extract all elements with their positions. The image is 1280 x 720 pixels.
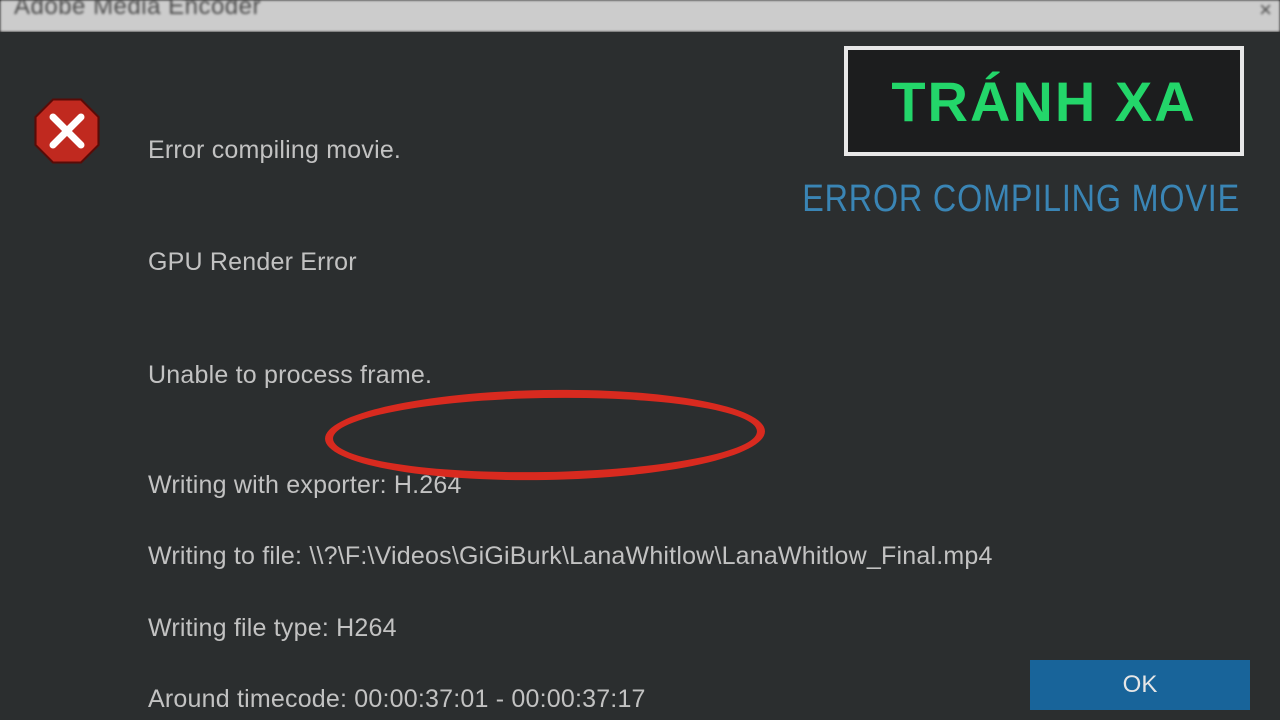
error-line-heading: Error compiling movie. — [148, 136, 401, 164]
overlay-subline: ERROR COMPILING MOVIE — [798, 178, 1240, 221]
error-line-processframe: Unable to process frame. — [148, 361, 432, 389]
error-icon — [32, 96, 102, 166]
error-filetype: Writing file type: H264 — [148, 612, 1240, 646]
viewport: Adobe Media Encoder × Error compiling mo… — [0, 0, 1280, 720]
ok-button[interactable]: OK — [1030, 660, 1250, 710]
overlay-headline: TRÁNH XA — [891, 69, 1196, 134]
close-icon[interactable]: × — [1259, 0, 1272, 23]
error-line-subheading: GPU Render Error — [148, 248, 357, 276]
error-exporter: Writing with exporter: H.264 — [148, 469, 1240, 503]
overlay-headline-box: TRÁNH XA — [844, 46, 1244, 156]
window-title: Adobe Media Encoder — [14, 0, 261, 21]
titlebar: Adobe Media Encoder × — [0, 0, 1280, 32]
error-file: Writing to file: \\?\F:\Videos\GiGiBurk\… — [148, 540, 1240, 574]
